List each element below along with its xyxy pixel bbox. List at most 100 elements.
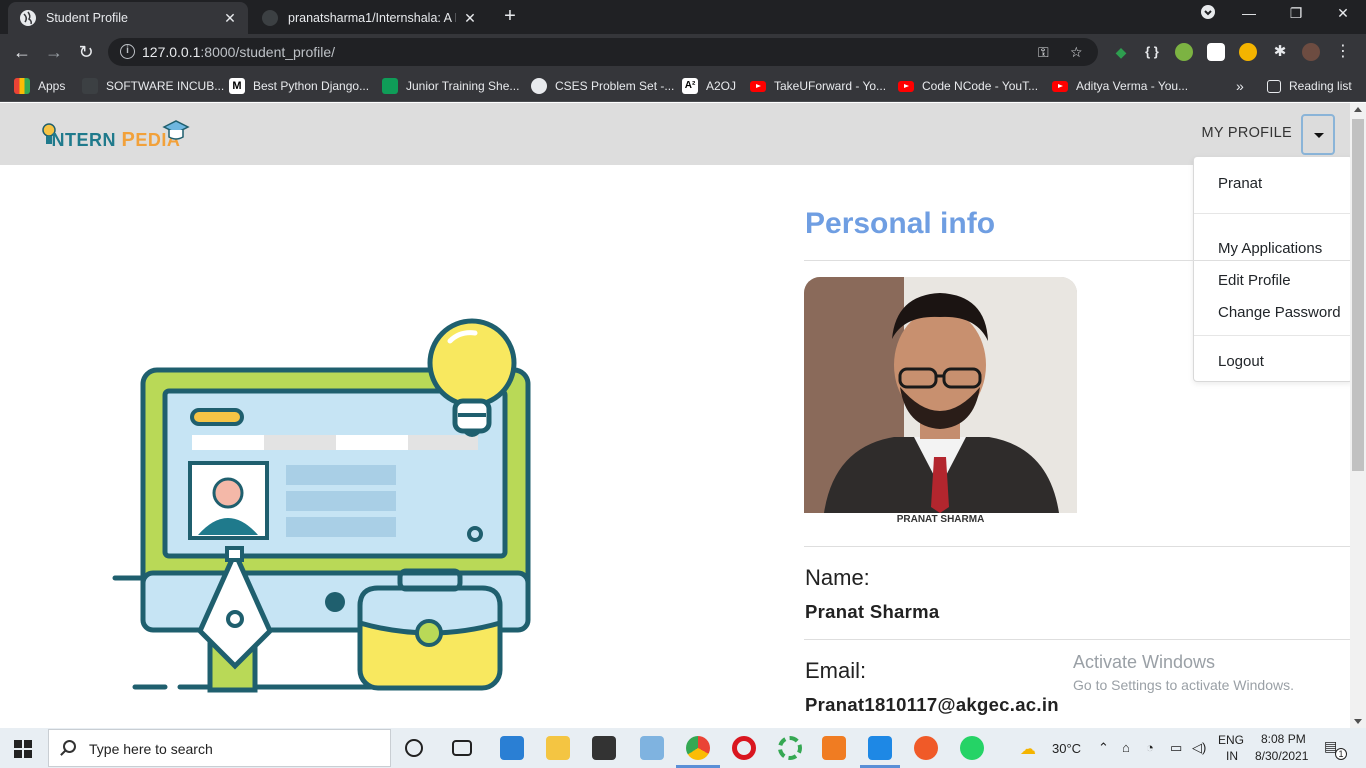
bookmark-junior-training[interactable]: Junior Training She...	[382, 78, 519, 94]
forward-arrow-icon[interactable]: →	[44, 42, 64, 62]
reading-list-icon	[1267, 79, 1281, 93]
restore-icon[interactable]: ❐	[1284, 5, 1308, 22]
language-bottom[interactable]: IN	[1226, 749, 1238, 763]
youtube-icon	[750, 80, 766, 92]
dropdown-user-name[interactable]: Pranat	[1218, 175, 1262, 192]
personal-info-heading: Personal info	[805, 207, 996, 240]
bookmarks-overflow[interactable]: »	[1236, 78, 1244, 94]
vscode-icon[interactable]	[868, 736, 892, 760]
scroll-down-icon[interactable]	[1354, 719, 1362, 724]
close-window-icon[interactable]: ✕	[1331, 5, 1355, 22]
close-tab-icon[interactable]: ✕	[462, 10, 478, 27]
profile-dropdown-toggle[interactable]	[1301, 114, 1335, 155]
logo-wordmark: INTERN PEDIA	[51, 129, 181, 151]
opera-icon[interactable]	[732, 736, 756, 760]
dropdown-divider	[1194, 335, 1354, 336]
my-profile-link[interactable]: MY PROFILE	[1201, 125, 1292, 141]
globe-icon	[20, 10, 36, 26]
a2oj-icon: A²	[682, 78, 698, 94]
bookmark-a2oj[interactable]: A² A2OJ	[682, 78, 736, 94]
tab-title: Student Profile	[46, 11, 128, 25]
whatsapp-icon[interactable]	[960, 736, 984, 760]
extension-icon[interactable]: ◆	[1112, 43, 1130, 61]
section-divider	[804, 260, 1350, 261]
tab-search-icon[interactable]	[1196, 5, 1220, 22]
reload-icon[interactable]: ↻	[76, 42, 96, 62]
weather-temp[interactable]: 30°C	[1052, 741, 1081, 756]
tray-chevron-icon[interactable]: ⌃	[1098, 740, 1109, 756]
windows-taskbar: Type here to search ☁ 30°C ⌃ ⌂ ◔ ▭ ◁) EN…	[0, 728, 1366, 768]
bookmark-django[interactable]: M Best Python Django...	[229, 78, 369, 94]
email-value: Pranat1810117@akgec.ac.in	[805, 694, 1059, 715]
language-top[interactable]: ENG	[1218, 733, 1244, 747]
battery-icon[interactable]: ▭	[1170, 740, 1182, 756]
menu-kebab-icon[interactable]: ⋮	[1334, 43, 1352, 61]
sublime-text-icon[interactable]	[822, 736, 846, 760]
file-explorer-icon[interactable]	[546, 736, 570, 760]
wifi-icon[interactable]: ◔	[1146, 740, 1154, 755]
taskbar-search-box[interactable]: Type here to search	[48, 729, 391, 767]
tab-title: pranatsharma1/Internshala: A Dja	[288, 11, 456, 25]
profile-photo-image	[804, 277, 1077, 513]
volume-icon[interactable]: ◁)	[1192, 740, 1206, 756]
flag-extension-icon[interactable]	[1207, 43, 1225, 61]
dropdown-my-applications[interactable]: My Applications	[1218, 240, 1322, 257]
browser-toolbar: ← → ↻ i 127.0.0.1:8000/student_profile/ …	[0, 34, 1366, 70]
network-icon[interactable]: ⌂	[1122, 740, 1130, 755]
app-circle-icon[interactable]	[778, 736, 802, 760]
profile-dropdown-menu: Pranat My Applications Edit Profile Chan…	[1193, 156, 1354, 382]
bookmark-apps[interactable]: Apps	[14, 78, 65, 94]
url-text: 127.0.0.1:8000/student_profile/	[142, 44, 336, 60]
reading-list-button[interactable]: Reading list	[1267, 78, 1352, 94]
site-navbar: INTERN PEDIA MY PROFILE	[0, 103, 1350, 165]
name-label: Name:	[805, 565, 870, 590]
scroll-up-icon[interactable]	[1354, 107, 1362, 112]
store-icon[interactable]	[592, 736, 616, 760]
postman-icon[interactable]	[914, 736, 938, 760]
mail-icon[interactable]	[500, 736, 524, 760]
scrollbar-thumb[interactable]	[1352, 119, 1364, 471]
profile-avatar[interactable]	[1302, 43, 1320, 61]
back-arrow-icon[interactable]: ←	[12, 42, 32, 62]
key-icon[interactable]: ⚿	[1038, 44, 1049, 61]
laptop-app-icon[interactable]	[640, 736, 664, 760]
cortana-icon[interactable]	[405, 739, 423, 757]
globe-icon	[531, 78, 547, 94]
windows-start-icon[interactable]	[14, 740, 32, 758]
section-divider	[804, 546, 1350, 547]
activate-windows-watermark: Activate Windows Go to Settings to activ…	[1073, 652, 1294, 693]
search-icon	[63, 740, 76, 753]
task-view-icon[interactable]	[452, 740, 472, 756]
weather-icon[interactable]: ☁	[1020, 739, 1036, 759]
bookmark-cses[interactable]: CSES Problem Set -...	[531, 78, 674, 94]
tab-student-profile[interactable]: Student Profile ✕	[8, 2, 248, 34]
bookmark-aditya-verma[interactable]: Aditya Verma - You...	[1052, 78, 1188, 94]
profile-photo	[804, 277, 1077, 513]
bookmark-codencode[interactable]: Code NCode - YouT...	[898, 78, 1038, 94]
email-label: Email:	[805, 658, 867, 683]
bookmark-star-icon[interactable]: ☆	[1070, 44, 1083, 61]
avatar-extension-icon[interactable]	[1239, 43, 1257, 61]
plus-extension-icon[interactable]	[1175, 43, 1193, 61]
puzzle-icon[interactable]: ✱	[1271, 43, 1289, 61]
dropdown-logout[interactable]: Logout	[1218, 353, 1264, 370]
bookmarks-bar: Apps SOFTWARE INCUB... M Best Python Dja…	[0, 70, 1366, 102]
page-scrollbar[interactable]	[1350, 103, 1366, 728]
dropdown-edit-profile[interactable]: Edit Profile	[1218, 272, 1291, 289]
youtube-icon	[1052, 80, 1068, 92]
bookmark-software-incub[interactable]: SOFTWARE INCUB...	[82, 78, 224, 94]
tab-github[interactable]: pranatsharma1/Internshala: A Dja ✕	[250, 2, 488, 34]
github-icon	[262, 10, 278, 26]
bookmark-takeuforward[interactable]: TakeUForward - Yo...	[750, 78, 886, 94]
site-info-icon[interactable]: i	[120, 44, 135, 59]
minimize-icon[interactable]: —	[1237, 5, 1261, 21]
watermark-line-1: Activate Windows	[1073, 652, 1216, 672]
clock-date[interactable]: 8/30/2021	[1255, 749, 1308, 763]
chrome-icon[interactable]	[686, 736, 710, 760]
close-tab-icon[interactable]: ✕	[222, 10, 238, 27]
json-extension-icon[interactable]: { }	[1143, 43, 1161, 61]
new-tab-button[interactable]: +	[500, 6, 520, 26]
clock-time[interactable]: 8:08 PM	[1261, 732, 1306, 746]
dropdown-change-password[interactable]: Change Password	[1218, 304, 1341, 321]
address-bar[interactable]: i 127.0.0.1:8000/student_profile/ ⚿ ☆	[108, 38, 1098, 66]
